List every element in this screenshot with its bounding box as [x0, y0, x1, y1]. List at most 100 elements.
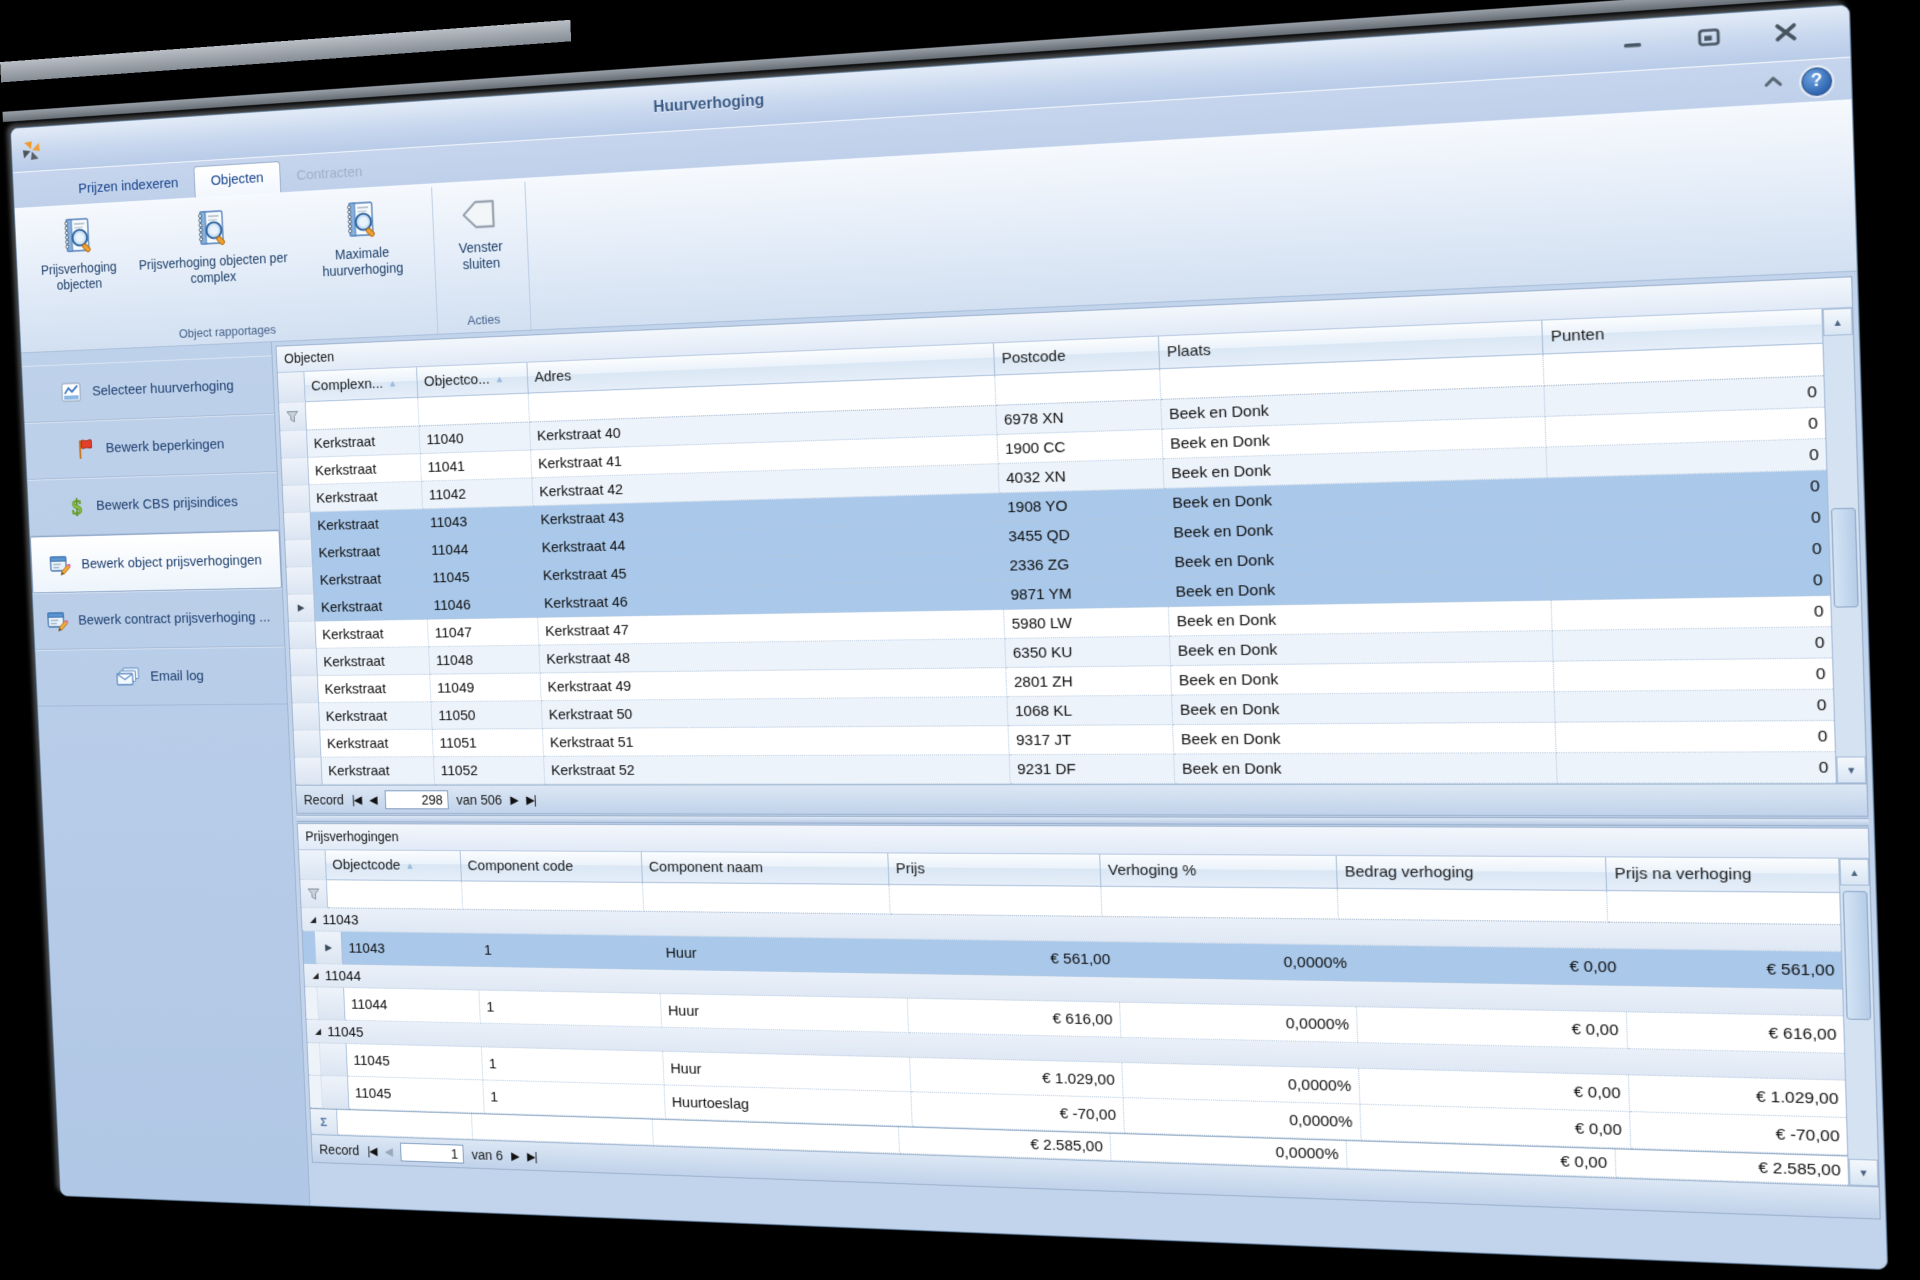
objects-panel: Objecten Complexn...▲Objectco...▲AdresPo…	[276, 276, 1869, 817]
column-header-label: Verhoging %	[1108, 862, 1197, 880]
row-indicator: ▶	[315, 931, 343, 964]
notebook-magnifier-icon	[341, 200, 381, 242]
nav-prev-button[interactable]: ◀	[384, 1144, 392, 1157]
price-column-header-prijs[interactable]: Prijs	[888, 853, 1101, 886]
objects-column-header-complexn[interactable]: Complexn...▲	[304, 367, 418, 402]
cell-objectcode: 11043	[423, 506, 535, 537]
notebook-magnifier-icon	[58, 216, 96, 257]
scroll-thumb[interactable]	[1843, 891, 1872, 1020]
price-filter-cell[interactable]	[643, 883, 891, 915]
ribbon-button-venster-sluiten[interactable]: Venster sluiten	[436, 188, 525, 278]
sort-ascending-icon: ▲	[388, 378, 396, 388]
price-column-header-component-code[interactable]: Component code	[461, 851, 643, 883]
cell-complex: Kerkstraat	[309, 482, 423, 513]
price-column-header-prijs-na-verhoging[interactable]: Prijs na verhoging	[1606, 857, 1841, 893]
nav-first-button[interactable]: |◀	[367, 1144, 377, 1157]
cell-bedrag_verhoging: € 0,00	[1355, 945, 1626, 985]
scroll-up-button[interactable]: ▲	[1823, 308, 1853, 336]
ribbon-group-caption: Acties	[441, 308, 527, 334]
content-area: Objecten Complexn...▲Objectco...▲AdresPo…	[272, 272, 1887, 1271]
cell-prijs_na_verhoging: € 561,00	[1625, 949, 1845, 989]
cell-objectcode: 11045	[348, 1077, 485, 1114]
scroll-thumb[interactable]	[1831, 508, 1859, 608]
help-icon[interactable]: ?	[1801, 67, 1833, 97]
sidebar-item-bewerk-contract-prijsverhoging[interactable]: Bewerk contract prijsverhoging ...	[33, 588, 285, 650]
tab-objecten[interactable]: Objecten	[193, 161, 281, 197]
cell-objectcode: 11041	[421, 450, 533, 481]
cell-objectcode: 11049	[430, 673, 541, 702]
column-header-label: Component naam	[649, 859, 764, 876]
row-indicator	[289, 622, 317, 650]
column-header-label: Plaats	[1167, 342, 1212, 361]
objects-filter-cell[interactable]	[306, 398, 420, 431]
sidebar-item-email-log[interactable]: Email log	[35, 646, 287, 706]
price-filter-cell[interactable]	[1101, 887, 1339, 920]
cell-complex: Kerkstraat	[314, 592, 428, 621]
price-column-header-verhoging[interactable]: Verhoging %	[1100, 855, 1338, 889]
sidebar-item-bewerk-cbs-prijsindices[interactable]: $Bewerk CBS prijsindices	[27, 472, 279, 537]
arrow-left-icon	[459, 193, 500, 236]
objects-header-corner	[278, 372, 306, 403]
cell-prijs: € -70,00	[911, 1092, 1124, 1133]
window-title: Huurverhoging	[653, 92, 765, 117]
sidebar-item-label: Email log	[150, 668, 204, 684]
form-edit-icon	[49, 553, 72, 576]
scroll-down-button[interactable]: ▼	[1836, 756, 1866, 783]
ribbon-button-maximale-huurverhoging[interactable]: Maximale huurverhoging	[292, 193, 431, 285]
cell-objectcode: 11052	[434, 757, 545, 785]
minimize-icon[interactable]	[1617, 30, 1650, 54]
price-filter-cell[interactable]	[889, 885, 1102, 917]
sort-ascending-icon: ▲	[495, 374, 504, 384]
cell-postcode: 4032 XN	[999, 459, 1165, 493]
ribbon-group-acties: Venster sluiten Acties	[432, 182, 532, 334]
cell-postcode: 1908 YO	[1000, 489, 1166, 523]
collapse-ribbon-icon[interactable]	[1761, 74, 1785, 95]
sidebar-item-bewerk-beperkingen[interactable]: Bewerk beperkingen	[25, 414, 277, 480]
table-row[interactable]: Kerkstraat11052Kerkstraat 529231 DFBeek …	[295, 752, 1867, 785]
price-filter-cell[interactable]	[1607, 891, 1842, 925]
row-indicator	[321, 1076, 349, 1109]
price-column-header-component-naam[interactable]: Component naam	[642, 852, 890, 885]
sidebar-item-selecteer-huurverhoging[interactable]: Selecteer huurverhoging	[22, 355, 274, 423]
price-filter-cell[interactable]	[462, 881, 644, 911]
nav-next-button[interactable]: ▶	[510, 793, 518, 806]
cell-component_code: 1	[477, 934, 660, 970]
nav-next-button[interactable]: ▶	[511, 1149, 519, 1163]
nav-last-button[interactable]: ▶|	[527, 1149, 537, 1163]
cell-objectcode: 11047	[428, 618, 539, 647]
cell-objectcode: 11044	[344, 988, 481, 1024]
email-icon	[115, 665, 140, 688]
app-logo-icon	[22, 140, 42, 162]
ribbon-button-prijsverhoging-objecten-per-complex[interactable]: Prijsverhoging objecten per complex	[129, 201, 296, 293]
nav-prev-button[interactable]: ◀	[369, 793, 377, 806]
nav-position-input[interactable]: 1	[400, 1142, 464, 1163]
maximize-icon[interactable]	[1692, 25, 1725, 49]
sidebar-item-bewerk-object-prijsverhogingen[interactable]: Bewerk object prijsverhogingen	[30, 530, 282, 593]
row-indicator	[281, 458, 309, 486]
objects-filter-cell[interactable]	[418, 394, 530, 427]
nav-first-button[interactable]: |◀	[352, 793, 362, 806]
group-expanded-icon[interactable]: ◢	[312, 970, 319, 980]
close-icon[interactable]	[1769, 20, 1803, 44]
cell-complex: Kerkstraat	[320, 730, 434, 758]
cell-complex: Kerkstraat	[319, 702, 433, 730]
row-indicator	[284, 512, 312, 540]
sidebar-item-label: Bewerk object prijsverhogingen	[81, 552, 262, 572]
cell-postcode: 2336 ZG	[1002, 548, 1168, 581]
ribbon-button-prijsverhoging-objecten[interactable]: Prijsverhoging objecten	[23, 211, 133, 299]
group-expanded-icon[interactable]: ◢	[315, 1026, 322, 1036]
group-expanded-icon[interactable]: ◢	[310, 914, 317, 924]
price-filter-cell[interactable]	[327, 880, 463, 910]
nav-position-input[interactable]: 298	[384, 790, 448, 809]
cell-punten: 0	[1552, 596, 1834, 631]
filter-icon	[279, 402, 307, 431]
price-column-header-bedrag-verhoging[interactable]: Bedrag verhoging	[1337, 856, 1608, 891]
scroll-up-button[interactable]: ▲	[1839, 859, 1869, 886]
nav-last-button[interactable]: ▶|	[526, 793, 536, 806]
objects-column-header-objectco[interactable]: Objectco...▲	[417, 363, 529, 398]
cell-adres: Kerkstraat 49	[540, 668, 1007, 701]
price-filter-cell[interactable]	[1338, 889, 1608, 923]
cell-punten: 0	[1551, 565, 1833, 601]
scroll-down-button[interactable]: ▼	[1848, 1159, 1878, 1187]
price-column-header-objectcode[interactable]: Objectcode▲	[326, 850, 462, 881]
